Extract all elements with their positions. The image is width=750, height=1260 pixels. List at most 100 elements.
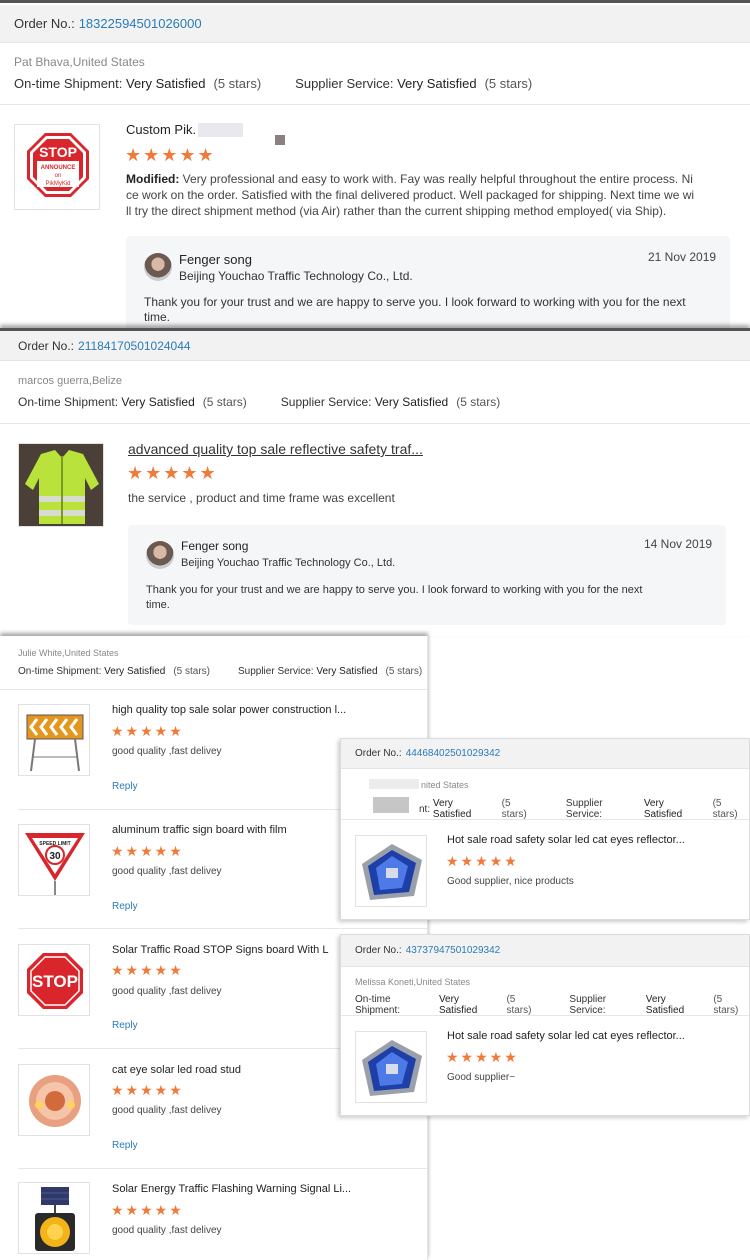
shipment-label: On-time Shipment: <box>355 994 401 1016</box>
review-text: Modified: Very professional and easy to … <box>126 171 706 219</box>
product-title[interactable]: Solar Traffic Road STOP Signs board With… <box>112 944 334 956</box>
order-label: Order No.: <box>355 748 402 759</box>
thumb-number: 30 <box>49 851 61 862</box>
product-thumbnail[interactable] <box>18 1182 90 1254</box>
redaction <box>369 779 419 789</box>
product-thumbnail[interactable] <box>18 704 90 776</box>
rating-stars: ★★★★★ <box>446 853 519 869</box>
service-label: Supplier Service: <box>569 994 607 1016</box>
product-thumbnail[interactable] <box>18 1064 90 1136</box>
shipment-value: Very Satisfied <box>126 76 206 91</box>
service-value: Very Satisfied <box>316 666 378 677</box>
rating-stars: ★★★★★ <box>111 1082 184 1098</box>
supplier-avatar <box>146 541 174 569</box>
shipment-label: On-time Shipment: <box>18 666 102 677</box>
thumb-text-2: ANNOUNCE <box>41 165 76 171</box>
rating-stars: ★★★★★ <box>111 843 184 859</box>
order-number[interactable]: 18322594501026000 <box>79 16 202 31</box>
service-value: Very Satisfied <box>645 994 685 1016</box>
cat-eye-reflector-image <box>356 1032 426 1102</box>
review-text: good quality ,fast delivey <box>112 746 222 757</box>
product-thumbnail[interactable] <box>355 1031 427 1103</box>
reply-company: Beijing Youchao Traffic Technology Co., … <box>181 557 396 569</box>
product-title[interactable]: high quality top sale solar power constr… <box>112 704 412 716</box>
product-title[interactable]: advanced quality top sale reflective saf… <box>128 441 428 457</box>
order-bar: Order No.: 21184170501024044 <box>0 331 750 361</box>
supplier-avatar <box>144 253 172 281</box>
order-number[interactable]: 44468402501029342 <box>406 748 501 759</box>
product-title[interactable]: Custom Pik. <box>126 122 206 137</box>
supplier-reply: Fenger song Beijing Youchao Traffic Tech… <box>126 236 730 330</box>
buyer-name: nited States <box>421 780 469 790</box>
reply-text: Thank you for your trust and we are happ… <box>146 583 716 613</box>
shipment-value: Very Satisfied <box>121 395 195 409</box>
flashing-signal-image <box>19 1183 89 1253</box>
buyer-name: Julie White,United States <box>18 648 119 658</box>
reply-link[interactable]: Reply <box>112 901 138 912</box>
shipment-stars: (5 stars) <box>173 666 210 677</box>
satisfaction-row: On-time Shipment: Very Satisfied (5 star… <box>14 76 532 91</box>
order-number[interactable]: 21184170501024044 <box>78 339 191 353</box>
thumb-text-3: on <box>55 173 62 179</box>
shipment-label: On-time Shipment: <box>14 76 123 91</box>
service-stars: (5 stars) <box>484 76 533 91</box>
safety-jacket-image <box>19 444 103 526</box>
divider <box>341 1015 749 1016</box>
reply-line-2: time. <box>144 310 171 324</box>
thumb-text-1: STOP <box>39 144 77 160</box>
review-card-5: Order No.: 43737947501029342 Melissa Kon… <box>340 934 750 1116</box>
service-label: Supplier Service: <box>237 666 314 677</box>
satisfaction-row: On-time Shipment: Very Satisfied (5 star… <box>18 666 422 677</box>
reply-text: Thank you for your trust and we are happ… <box>144 295 714 325</box>
modified-label: Modified: <box>126 172 180 186</box>
review-line-1: Very professional and easy to work with.… <box>182 172 693 186</box>
product-thumbnail[interactable] <box>355 835 427 907</box>
buyer-name: Pat Bhava,United States <box>14 55 145 69</box>
order-bar: Order No.: 43737947501029342 <box>341 935 749 967</box>
product-thumbnail[interactable]: STOP <box>18 944 90 1016</box>
speed-limit-sign-image: SPEED LIMIT 30 <box>19 825 89 895</box>
thumb-text: STOP <box>32 972 78 991</box>
service-value: Very Satisfied <box>643 798 683 820</box>
shipment-label: nt: <box>419 803 431 815</box>
divider <box>0 104 750 105</box>
reply-link[interactable]: Reply <box>112 1020 138 1031</box>
satisfaction-row: nt: Very Satisfied (5 stars) Supplier Se… <box>419 798 749 820</box>
order-number[interactable]: 43737947501029342 <box>406 945 501 956</box>
reply-link[interactable]: Reply <box>112 1140 138 1151</box>
shipment-value: Very Satisfied <box>432 798 472 820</box>
product-thumbnail[interactable]: STOP ANNOUNCE on PikMyKid <box>14 124 100 210</box>
stop-sign-image: STOP ANNOUNCE on PikMyKid <box>15 125 99 209</box>
review-line-2: ce work on the order. Satisfied with the… <box>126 188 695 202</box>
rating-stars: ★★★★★ <box>111 723 184 739</box>
supplier-reply: Fenger song Beijing Youchao Traffic Tech… <box>128 525 726 625</box>
service-stars: (5 stars) <box>712 798 738 820</box>
order-bar: Order No.: 18322594501026000 <box>0 5 750 43</box>
review-text: good quality ,fast delivey <box>112 1225 222 1236</box>
shipment-stars: (5 stars) <box>202 395 247 409</box>
service-value: Very Satisfied <box>374 395 449 409</box>
arrow-board-image <box>19 705 89 775</box>
product-title[interactable]: Hot sale road safety solar led cat eyes … <box>447 834 737 846</box>
redaction <box>275 135 285 145</box>
shipment-value: Very Satisfied <box>104 666 166 677</box>
product-title[interactable]: Hot sale road safety solar led cat eyes … <box>447 1030 737 1042</box>
divider <box>18 928 427 929</box>
shipment-stars: (5 stars) <box>506 994 532 1016</box>
service-stars: (5 stars) <box>385 666 423 677</box>
satisfaction-row: On-time Shipment: Very Satisfied (5 star… <box>355 994 749 1016</box>
rating-stars: ★★★★★ <box>111 1202 184 1218</box>
product-thumbnail[interactable]: SPEED LIMIT 30 <box>18 824 90 896</box>
reply-date: 14 Nov 2019 <box>644 537 713 551</box>
divider <box>18 1168 427 1169</box>
satisfaction-row: On-time Shipment: Very Satisfied (5 star… <box>18 395 500 409</box>
review-card-4: Order No.: 44468402501029342 nited State… <box>340 738 750 920</box>
review-text: good quality ,fast delivey <box>112 986 222 997</box>
reply-link[interactable]: Reply <box>112 781 138 792</box>
review-text: Good supplier~ <box>447 1072 516 1083</box>
reply-line-2: time. <box>146 599 170 611</box>
product-title[interactable]: Solar Energy Traffic Flashing Warning Si… <box>112 1183 412 1195</box>
product-thumbnail[interactable] <box>18 443 104 527</box>
divider <box>0 689 427 690</box>
thumb-text-4: PikMyKid <box>45 181 70 187</box>
